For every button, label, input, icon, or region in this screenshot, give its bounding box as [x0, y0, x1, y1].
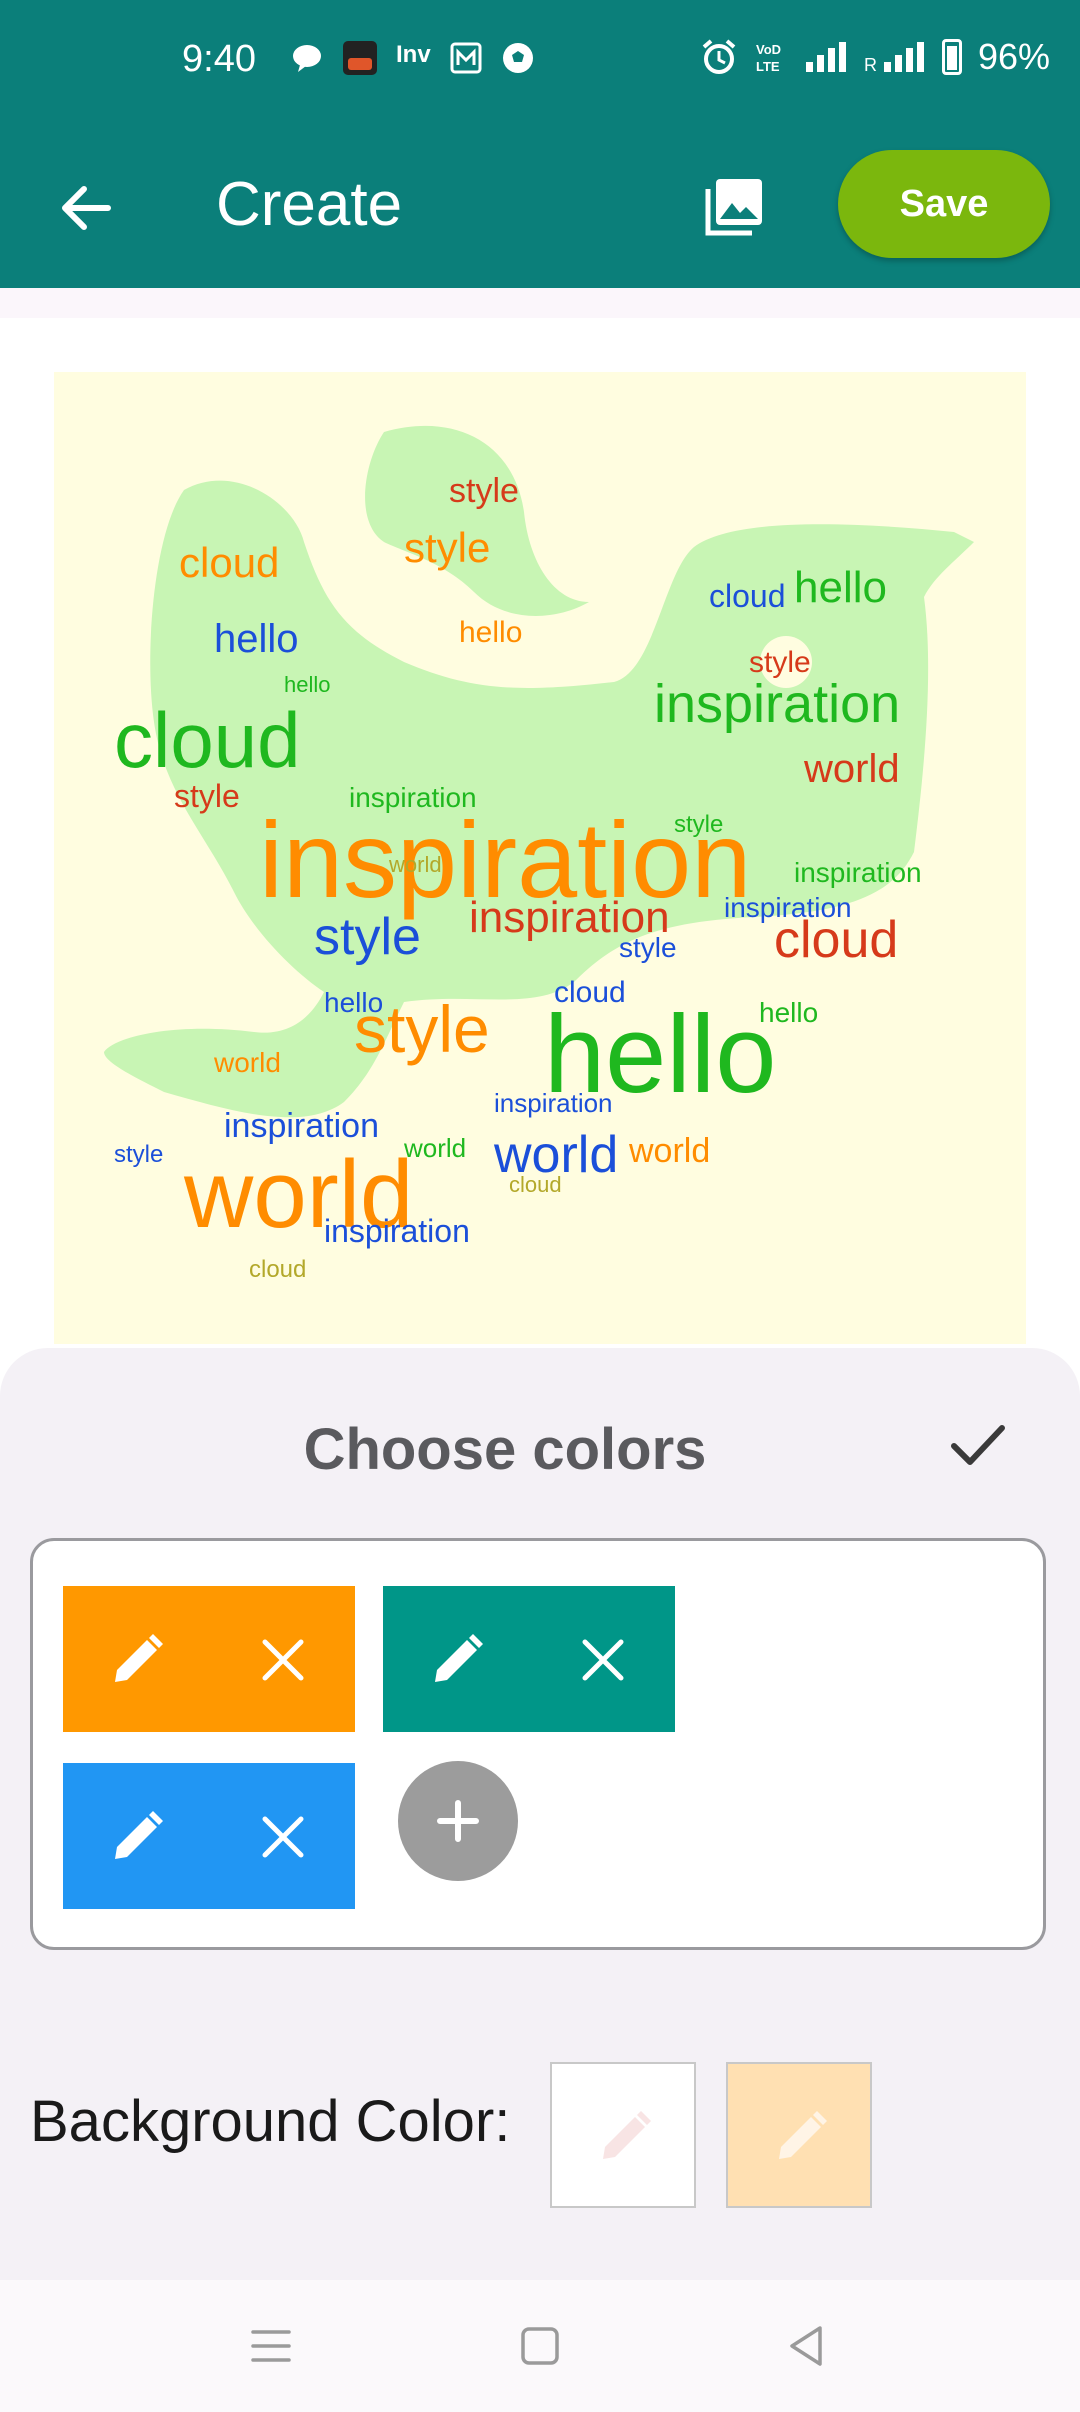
background-color-white[interactable]	[550, 2062, 696, 2208]
menu-icon[interactable]	[245, 2320, 297, 2372]
word-world-5: world	[213, 1047, 281, 1078]
sonyliv-icon	[343, 41, 377, 75]
system-status: VoD LTE R 96%	[700, 36, 1050, 78]
close-icon[interactable]	[571, 1628, 635, 1692]
page-title: Create	[216, 170, 403, 239]
choose-colors-sheet: Choose colors Background Color:	[0, 1348, 1080, 2280]
checkmark-icon[interactable]	[946, 1412, 1010, 1476]
color-swatch-teal[interactable]	[383, 1586, 675, 1732]
plus-icon	[437, 1800, 479, 1842]
back-arrow-icon[interactable]	[50, 173, 120, 243]
word-hello-4: hello	[459, 616, 522, 649]
word-style-9: style	[674, 811, 723, 838]
color-swatch-blue[interactable]	[63, 1763, 355, 1909]
signal-r-icon: R	[864, 42, 926, 75]
word-cloud-7: cloud	[509, 1172, 562, 1197]
add-color-button[interactable]	[398, 1761, 518, 1881]
word-world-4: world	[628, 1132, 710, 1170]
background-color-peach[interactable]	[726, 2062, 872, 2208]
battery-percent: 96%	[977, 36, 1050, 77]
pencil-icon[interactable]	[425, 1628, 489, 1692]
pencil-icon[interactable]	[105, 1628, 169, 1692]
close-icon[interactable]	[251, 1628, 315, 1692]
word-inspiration-7: inspiration	[349, 782, 477, 813]
close-icon[interactable]	[251, 1805, 315, 1869]
pencil-icon	[603, 2111, 651, 2159]
word-inspiration-8: inspiration	[494, 1088, 613, 1118]
pencil-icon[interactable]	[105, 1805, 169, 1869]
background-color-label: Background Color:	[30, 2089, 511, 2154]
color-palette	[30, 1538, 1046, 1950]
home-icon[interactable]	[514, 2320, 566, 2372]
word-style-6: style	[449, 472, 519, 510]
svg-text:LTE: LTE	[756, 59, 780, 74]
m-icon	[450, 42, 482, 74]
color-swatch-orange[interactable]	[63, 1586, 355, 1732]
system-nav-bar	[0, 2280, 1080, 2412]
word-inspiration-6: inspiration	[724, 892, 852, 923]
word-world-7: world	[388, 852, 442, 877]
gallery-icon[interactable]	[700, 171, 770, 241]
wing-shape	[365, 425, 589, 616]
word-world-6: world	[403, 1133, 466, 1163]
word-inspiration-9: inspiration	[794, 857, 922, 888]
word-hello-6: hello	[759, 997, 818, 1028]
alarm-icon	[702, 39, 736, 74]
word-style-2: style	[314, 908, 421, 966]
word-style-8: style	[114, 1141, 163, 1168]
back-icon[interactable]	[780, 2320, 832, 2372]
word-cloud-5: cloud	[554, 976, 626, 1009]
volte-icon: VoD LTE	[756, 42, 781, 74]
word-hello-2: hello	[794, 563, 887, 612]
save-button[interactable]: Save	[838, 150, 1050, 258]
word-inspiration-5: inspiration	[324, 1213, 470, 1249]
word-style-3: style	[404, 524, 490, 571]
word-cloud-4: cloud	[709, 578, 786, 614]
word-inspiration-4: inspiration	[224, 1107, 379, 1145]
word-cloud-3: cloud	[179, 539, 279, 586]
message-icon	[293, 45, 321, 72]
word-cloud-6: cloud	[249, 1256, 306, 1283]
word-hello-7: hello	[284, 672, 330, 697]
word-hello-3: hello	[214, 617, 299, 661]
word-cloud: cloud	[114, 696, 300, 784]
word-style-4: style	[174, 778, 240, 814]
inv-icon: Inv	[396, 41, 431, 68]
word-style-5: style	[619, 932, 677, 963]
word-style-7: style	[749, 646, 811, 679]
signal-icon	[805, 42, 848, 72]
word-hello-5: hello	[324, 987, 383, 1018]
football-icon	[502, 43, 533, 73]
word-world-3: world	[803, 747, 900, 791]
app-bar: Create Save	[0, 125, 1080, 288]
word-cloud-image: inspiration hello world cloud style insp…	[104, 425, 974, 1283]
status-time: 9:40	[182, 38, 256, 80]
battery-icon	[941, 39, 962, 75]
status-bar: 9:40 Inv VoD LTE R 96%	[0, 0, 1080, 125]
svg-text:VoD: VoD	[756, 42, 781, 57]
word-inspiration-2: inspiration	[654, 674, 900, 734]
word-cloud-preview: inspiration hello world cloud style insp…	[54, 372, 1026, 1344]
notification-icons: Inv	[290, 40, 535, 76]
pencil-icon	[779, 2111, 827, 2159]
sheet-title: Choose colors	[303, 1417, 707, 1482]
divider	[0, 288, 1080, 318]
